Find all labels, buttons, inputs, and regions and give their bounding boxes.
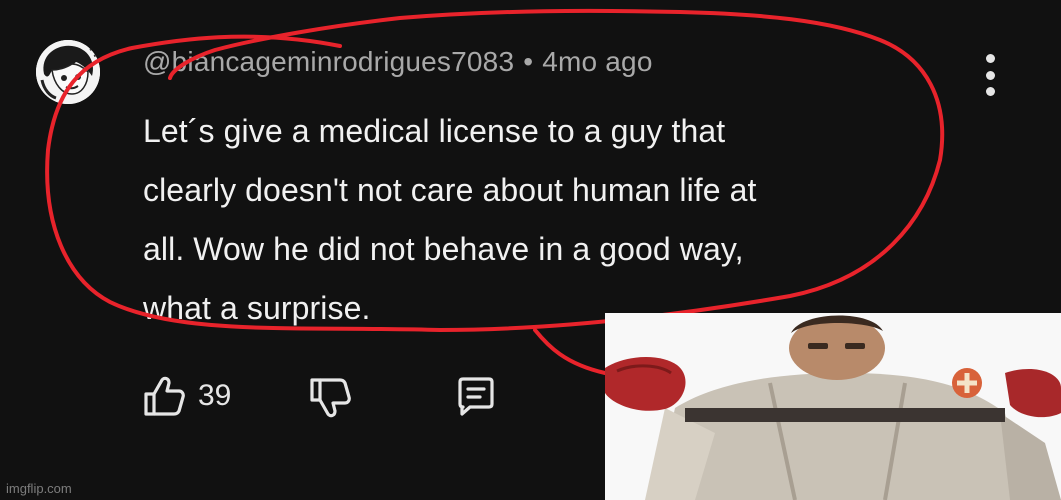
comment-line: clearly doesn't not care about human lif… bbox=[143, 172, 757, 208]
reply-button[interactable] bbox=[452, 372, 500, 420]
character-image bbox=[605, 313, 1061, 500]
avatar-drawing bbox=[36, 40, 100, 104]
meta-separator: • bbox=[523, 46, 534, 77]
thumbs-down-icon bbox=[310, 378, 351, 418]
watermark: imgflip.com bbox=[6, 481, 72, 496]
comment-line: all. Wow he did not behave in a good way… bbox=[143, 231, 744, 267]
comment-icon bbox=[458, 377, 494, 416]
like-button[interactable]: 39 bbox=[140, 372, 231, 420]
comment-text: Let´s give a medical license to a guy th… bbox=[143, 102, 923, 338]
comment-timestamp[interactable]: 4mo ago bbox=[542, 46, 652, 77]
author-handle[interactable]: @biancageminrodrigues7083 bbox=[143, 46, 514, 77]
thumbs-up-icon bbox=[144, 376, 185, 416]
kebab-dot bbox=[985, 70, 995, 80]
kebab-menu-icon[interactable] bbox=[975, 54, 1005, 96]
like-count: 39 bbox=[198, 379, 232, 412]
comment-meta: @biancageminrodrigues7083 • 4mo ago bbox=[143, 46, 653, 78]
avatar[interactable] bbox=[36, 40, 100, 104]
inset-image bbox=[605, 313, 1061, 500]
comment-line: Let´s give a medical license to a guy th… bbox=[143, 113, 726, 149]
kebab-dot bbox=[985, 87, 995, 96]
dislike-button[interactable] bbox=[306, 372, 354, 420]
kebab-dot bbox=[985, 54, 995, 63]
